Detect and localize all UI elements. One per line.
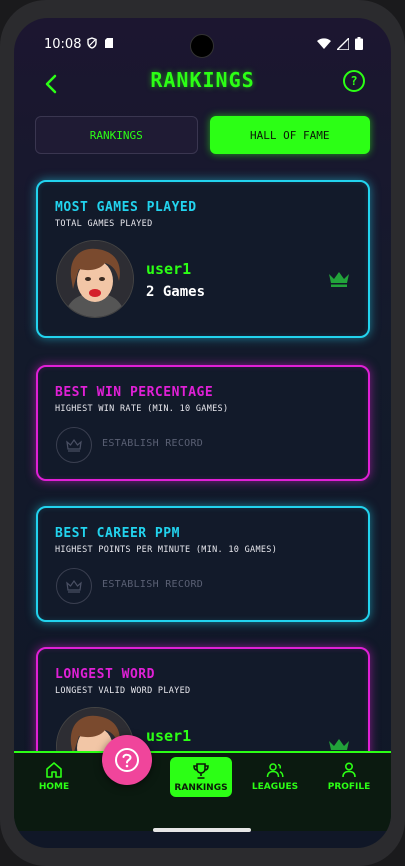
avatar[interactable] xyxy=(56,240,134,318)
crown-outline-icon xyxy=(66,438,82,452)
header: RANKINGS ? xyxy=(14,68,391,98)
nav-rankings[interactable]: RANKINGS xyxy=(170,757,232,797)
record-title: MOST GAMES PLAYED xyxy=(55,200,197,215)
record-subtitle: HIGHEST POINTS PER MINUTE (MIN. 10 GAMES… xyxy=(55,545,278,555)
record-subtitle: TOTAL GAMES PLAYED xyxy=(55,219,153,229)
nav-home[interactable]: HOME xyxy=(24,753,84,792)
signal-icon xyxy=(337,37,349,50)
crown-icon xyxy=(329,272,349,287)
front-camera xyxy=(190,34,214,58)
establish-record-link[interactable]: ESTABLISH RECORD xyxy=(102,438,203,449)
wifi-icon xyxy=(317,37,331,49)
empty-avatar xyxy=(56,568,92,604)
battery-icon xyxy=(355,37,363,50)
nav-leagues[interactable]: LEAGUES xyxy=(245,753,305,792)
establish-record-link[interactable]: ESTABLISH RECORD xyxy=(102,579,203,590)
record-subtitle: LONGEST VALID WORD PLAYED xyxy=(55,686,191,696)
help-fab-button[interactable] xyxy=(102,735,152,785)
holder-name: user1 xyxy=(146,260,192,278)
holder-value: 2 Games xyxy=(146,284,206,300)
tab-rankings[interactable]: RANKINGS xyxy=(35,116,198,154)
nav-label: HOME xyxy=(38,782,70,792)
users-icon xyxy=(266,763,284,778)
status-icons-right xyxy=(317,37,363,50)
page-title: RANKINGS xyxy=(150,68,255,92)
holder-name: user1 xyxy=(146,727,192,745)
person-icon xyxy=(342,762,356,778)
status-time: 10:08 xyxy=(44,37,82,52)
record-title: BEST CAREER PPM xyxy=(55,526,180,541)
nav-profile[interactable]: PROFILE xyxy=(319,753,379,792)
record-card-most-games: MOST GAMES PLAYED TOTAL GAMES PLAYED use… xyxy=(36,180,370,338)
status-bar: 10:08 xyxy=(14,18,391,72)
question-icon xyxy=(115,748,139,772)
record-card-win-percentage: BEST WIN PERCENTAGE HIGHEST WIN RATE (MI… xyxy=(36,365,370,481)
record-holder: user1 2 Games xyxy=(56,240,350,320)
record-title: BEST WIN PERCENTAGE xyxy=(55,385,214,400)
trophy-icon xyxy=(193,763,209,779)
help-icon[interactable]: ? xyxy=(343,70,365,92)
tab-hall-of-fame[interactable]: HALL OF FAME xyxy=(209,116,370,154)
record-subtitle: HIGHEST WIN RATE (MIN. 10 GAMES) xyxy=(55,404,229,414)
bottom-nav: HOME RANKINGS LEAGUES PROFILE xyxy=(14,751,391,831)
crown-outline-icon xyxy=(66,579,82,593)
nav-label: PROFILE xyxy=(327,782,371,792)
record-card-career-ppm: BEST CAREER PPM HIGHEST POINTS PER MINUT… xyxy=(36,506,370,622)
phone-frame: 10:08 RANKINGS ? RANKINGS HALL OF FAME M… xyxy=(0,0,405,866)
empty-record: ESTABLISH RECORD xyxy=(56,568,350,604)
empty-record: ESTABLISH RECORD xyxy=(56,427,350,463)
tab-bar: RANKINGS HALL OF FAME xyxy=(35,116,370,154)
nav-label: LEAGUES xyxy=(251,782,299,792)
nav-label: RANKINGS xyxy=(174,783,228,793)
sd-card-icon xyxy=(105,38,113,48)
record-title: LONGEST WORD xyxy=(55,667,155,682)
vpn-shield-icon xyxy=(87,37,97,49)
home-indicator[interactable] xyxy=(153,828,251,832)
empty-avatar xyxy=(56,427,92,463)
status-icons-left xyxy=(86,37,114,49)
avatar-image xyxy=(57,241,133,317)
home-icon xyxy=(46,762,62,778)
app-screen: 10:08 RANKINGS ? RANKINGS HALL OF FAME M… xyxy=(14,18,391,848)
